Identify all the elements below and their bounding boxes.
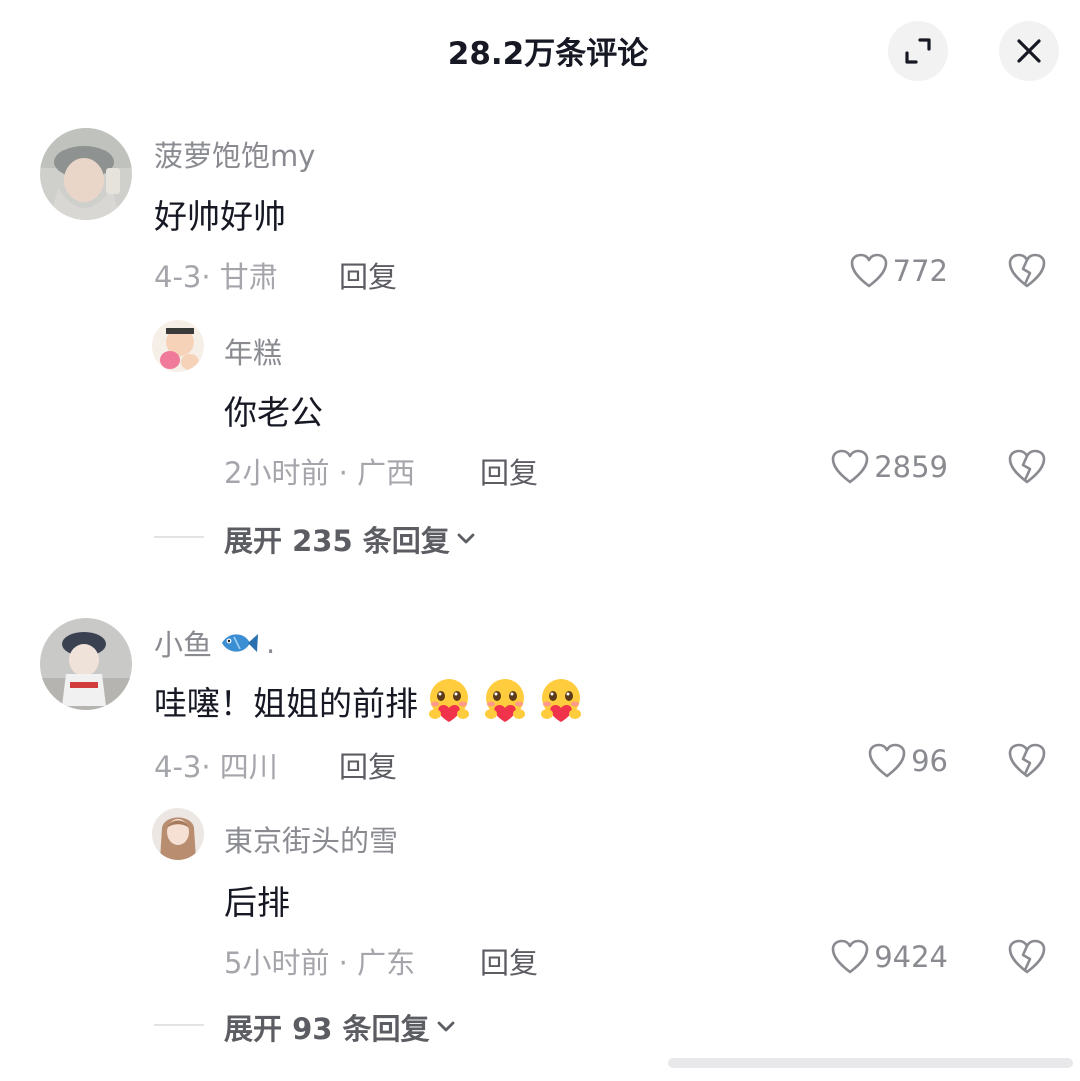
reply-button[interactable]: 回复 — [339, 254, 397, 296]
like-button[interactable]: 772 — [780, 252, 948, 290]
reply-meta: 2小时前 · 广西 — [224, 456, 416, 490]
reply-username[interactable]: 年糕 — [224, 330, 282, 372]
username-suffix: . — [266, 626, 276, 660]
reply-text: 后排 — [224, 883, 290, 922]
broken-heart-icon — [1008, 449, 1046, 484]
broken-heart-icon — [1008, 939, 1046, 974]
close-button[interactable] — [999, 21, 1059, 81]
home-indicator — [668, 1058, 1073, 1068]
reply-meta: 5小时前 · 广东 — [224, 946, 416, 980]
heart-outline-icon — [831, 449, 869, 484]
avatar[interactable] — [152, 320, 204, 372]
expand-replies-button[interactable]: 展开 235 条回复 — [224, 518, 476, 560]
broken-heart-icon — [1008, 253, 1046, 288]
like-button[interactable]: 9424 — [780, 938, 948, 976]
blushing-heart-emoji-icon — [541, 679, 581, 722]
heart-outline-icon — [831, 939, 869, 974]
blushing-heart-emoji-icon — [429, 679, 469, 722]
expand-divider — [154, 1024, 204, 1026]
dislike-button[interactable] — [1006, 938, 1048, 980]
reply-text: 你老公 — [224, 393, 323, 432]
chevron-down-icon — [457, 533, 475, 544]
comment-text: 哇噻！姐姐的前排 — [154, 684, 418, 723]
like-count: 772 — [892, 254, 948, 288]
dislike-button[interactable] — [1006, 252, 1048, 294]
comment-username-row[interactable]: 小鱼 . — [154, 622, 275, 664]
comment-text: 好帅好帅 — [154, 197, 286, 236]
like-button[interactable]: 96 — [780, 742, 948, 780]
dislike-button[interactable] — [1006, 448, 1048, 490]
reply-button[interactable]: 回复 — [339, 744, 397, 786]
expand-divider — [154, 536, 204, 538]
like-count: 96 — [911, 744, 948, 778]
chevron-down-icon — [437, 1021, 454, 1032]
reply-button[interactable]: 回复 — [480, 450, 538, 492]
avatar[interactable] — [40, 128, 132, 220]
comment-text-row: 哇噻！姐姐的前排 — [154, 676, 586, 726]
comment-username[interactable]: 小鱼 — [154, 622, 212, 664]
blushing-heart-emoji-icon — [485, 679, 525, 722]
close-icon — [1017, 39, 1041, 63]
fish-emoji-icon — [222, 634, 259, 652]
expand-icon — [905, 38, 931, 64]
expand-replies-label: 展开 93 条回复 — [224, 1012, 430, 1046]
expand-replies-button[interactable]: 展开 93 条回复 — [224, 1006, 456, 1048]
comment-username[interactable]: 菠萝饱饱my — [154, 133, 315, 175]
reply-button[interactable]: 回复 — [480, 940, 538, 982]
avatar[interactable] — [152, 808, 204, 860]
reply-username[interactable]: 東京街头的雪 — [224, 818, 398, 860]
like-count: 2859 — [874, 450, 948, 484]
like-count: 9424 — [874, 940, 948, 974]
dislike-button[interactable] — [1006, 742, 1048, 784]
comment-meta: 4-3· 四川 — [154, 750, 278, 784]
avatar[interactable] — [40, 618, 132, 710]
heart-outline-icon — [850, 253, 887, 288]
broken-heart-icon — [1008, 743, 1046, 778]
expand-replies-label: 展开 235 条回复 — [224, 524, 450, 558]
comment-meta: 4-3· 甘肃 — [154, 260, 278, 294]
heart-outline-icon — [868, 743, 906, 778]
like-button[interactable]: 2859 — [780, 448, 948, 486]
expand-button[interactable] — [888, 21, 948, 81]
